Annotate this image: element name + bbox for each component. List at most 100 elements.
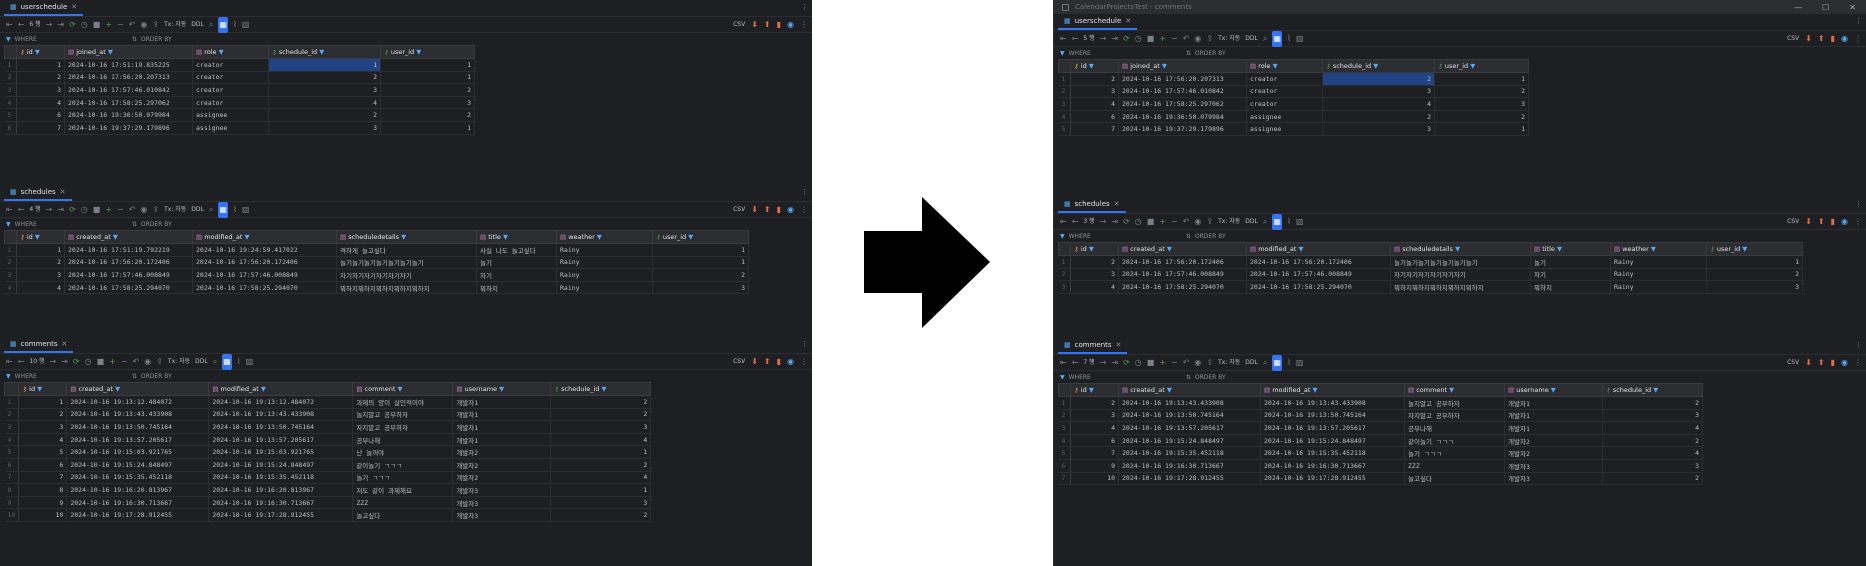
- upload-icon[interactable]: ⬆: [1818, 214, 1825, 230]
- stop-icon[interactable]: ■: [93, 202, 101, 218]
- table-cell[interactable]: 1: [16, 243, 65, 257]
- submit-icon[interactable]: ⇪: [1206, 355, 1213, 371]
- table-row[interactable]: 6 6 2024-10-16 19:15:24.848497 2024-10-16 1…: [4, 458, 652, 472]
- tab-comments[interactable]: ▦ comments ✕: [1058, 338, 1128, 354]
- table-cell[interactable]: 자기자기자기자기자기자기: [336, 268, 477, 282]
- filter-icon[interactable]: ▼: [1649, 245, 1656, 253]
- column-header[interactable]: ▤ created_at ▼: [1118, 242, 1247, 256]
- next-page-icon[interactable]: →: [46, 17, 53, 33]
- table-cell[interactable]: 2: [1322, 72, 1435, 86]
- table-cell[interactable]: 3: [1070, 409, 1119, 423]
- table-cell[interactable]: 2024-10-16 19:37:29.179896: [1118, 122, 1247, 136]
- filter-icon[interactable]: ▼: [33, 233, 40, 241]
- filter-icon[interactable]: ▼: [1651, 386, 1658, 394]
- table-cell[interactable]: 2024-10-16 19:13:50.745164: [66, 420, 210, 434]
- table-cell[interactable]: Rainy: [556, 243, 653, 257]
- table-cell[interactable]: 2: [380, 108, 475, 122]
- settings-icon[interactable]: ⋮: [800, 202, 808, 218]
- table-row[interactable]: 4 4 2024-10-16 17:58:25.297062 creator 4 3: [4, 96, 475, 110]
- table-cell[interactable]: 3: [16, 83, 65, 97]
- filter-icon[interactable]: ▼: [217, 48, 224, 56]
- close-icon[interactable]: ✕: [1114, 200, 1120, 208]
- compare-icon[interactable]: ▮: [777, 17, 781, 33]
- settings-icon[interactable]: ⋮: [800, 17, 808, 33]
- compare-icon[interactable]: ▮: [1831, 214, 1835, 230]
- eye-icon[interactable]: ◉: [1841, 214, 1848, 230]
- table-cell[interactable]: 2024-10-16 17:56:20.172406: [64, 256, 193, 270]
- table-row[interactable]: 3 3 2024-10-16 17:57:46.008849 2024-10-16 1…: [4, 268, 749, 282]
- column-header[interactable]: ▤ modified_at ▼: [192, 230, 337, 244]
- table-row[interactable]: 2 2 2024-10-16 19:13:43.433908 2024-10-16 1…: [4, 408, 652, 422]
- first-page-icon[interactable]: ⇤: [6, 354, 13, 370]
- submit-icon[interactable]: ⇪: [1206, 214, 1213, 230]
- table-cell[interactable]: 4: [1070, 280, 1119, 294]
- rows-select[interactable]: 3 행: [1083, 214, 1094, 230]
- last-page-icon[interactable]: ⇥: [1111, 355, 1118, 371]
- table-cell[interactable]: 4: [550, 471, 652, 485]
- table-cell[interactable]: 3: [1322, 85, 1435, 99]
- eye-icon[interactable]: ◉: [1841, 355, 1848, 371]
- table-cell[interactable]: 3: [550, 420, 652, 434]
- table-cell[interactable]: Rainy: [1610, 280, 1707, 294]
- table-row[interactable]: 5 7 2024-10-16 19:37:29.179896 assignee 3 1: [1058, 122, 1529, 136]
- filter-icon[interactable]: ▼: [1087, 386, 1094, 394]
- table-row[interactable]: 8 8 2024-10-16 19:16:20.813967 2024-10-16 1…: [4, 483, 652, 497]
- table-cell[interactable]: 2024-10-16 17:57:46.008849: [1118, 268, 1247, 282]
- table-cell[interactable]: 2024-10-16 17:56:20.172406: [192, 256, 337, 270]
- filter-icon[interactable]: ▼: [33, 48, 40, 56]
- table-cell[interactable]: 같이놀기 ㄱㄱㄱ: [352, 458, 454, 472]
- table-row[interactable]: 6 7 2024-10-16 19:37:29.179896 assignee 3 1: [4, 121, 475, 135]
- table-cell[interactable]: 4: [18, 433, 68, 447]
- table-cell[interactable]: 2024-10-16 19:15:24.848497: [1118, 434, 1261, 448]
- table-cell[interactable]: 2024-10-16 19:37:29.179896: [64, 121, 193, 135]
- eye-icon[interactable]: ◉: [787, 354, 794, 370]
- table-row[interactable]: 1 1 2024-10-16 17:51:19.835225 creator 1 1: [4, 58, 475, 72]
- download-icon[interactable]: ⬇: [1805, 355, 1812, 371]
- table-cell[interactable]: 2024-10-16 19:16:30.713667: [66, 496, 210, 510]
- table-cell[interactable]: creator: [1246, 72, 1323, 86]
- tx-select[interactable]: Tx: 자동: [1218, 31, 1240, 47]
- filter-icon[interactable]: ▼: [1087, 245, 1094, 253]
- table-row[interactable]: 7 7 2024-10-16 19:15:35.452118 2024-10-16 1…: [4, 471, 652, 485]
- table-cell[interactable]: 사실 나도 놀고싶다: [476, 243, 557, 257]
- where-input[interactable]: WHERE: [1069, 233, 1091, 240]
- refresh-icon[interactable]: ⟳: [73, 354, 80, 370]
- table-cell[interactable]: 2: [550, 395, 652, 409]
- table-cell[interactable]: 6: [18, 458, 68, 472]
- history-icon[interactable]: ◷: [81, 202, 88, 218]
- table-row[interactable]: 3 4 2024-10-16 19:13:57.205617 2024-10-16 1…: [1058, 421, 1703, 435]
- table-cell[interactable]: 5: [18, 445, 68, 459]
- table-cell[interactable]: Rainy: [556, 268, 653, 282]
- table-cell[interactable]: 2: [550, 508, 652, 522]
- table-cell[interactable]: 1: [652, 256, 749, 270]
- table-cell[interactable]: 1: [380, 121, 475, 135]
- column-header[interactable]: ▤ role ▼: [192, 45, 269, 59]
- image-icon[interactable]: ▨: [1296, 214, 1304, 230]
- grid-view-icon[interactable]: ▦: [222, 353, 232, 370]
- table-cell[interactable]: 놀고싶다: [352, 508, 454, 522]
- where-input[interactable]: WHERE: [15, 221, 37, 228]
- table-row[interactable]: 4 4 2024-10-16 19:13:57.205617 2024-10-16 1…: [4, 433, 652, 447]
- table-cell[interactable]: 같이놀기 ㄱㄱㄱ: [1404, 434, 1505, 448]
- prev-page-icon[interactable]: ←: [1072, 214, 1079, 230]
- revert-icon[interactable]: ↶: [1183, 355, 1190, 371]
- where-input[interactable]: WHERE: [15, 36, 37, 43]
- table-cell[interactable]: 2024-10-16 19:13:50.745164: [1118, 409, 1261, 423]
- table-cell[interactable]: 3: [1602, 409, 1703, 423]
- table-cell[interactable]: 3: [652, 281, 749, 295]
- table-cell[interactable]: 2024-10-16 19:17:28.912455: [66, 508, 210, 522]
- where-input[interactable]: WHERE: [15, 373, 37, 380]
- table-cell[interactable]: 개발자1: [1504, 421, 1603, 435]
- table-cell[interactable]: 2: [380, 83, 475, 97]
- table-cell[interactable]: 개발자3: [1504, 472, 1603, 486]
- table-cell[interactable]: 4: [1322, 97, 1435, 111]
- more-icon[interactable]: ⋮: [1855, 17, 1862, 25]
- stop-icon[interactable]: ■: [1147, 355, 1155, 371]
- table-cell[interactable]: Rainy: [556, 256, 653, 270]
- table-cell[interactable]: 2: [652, 268, 749, 282]
- table-cell[interactable]: 공부나해: [352, 433, 454, 447]
- table-cell[interactable]: 1: [550, 483, 652, 497]
- table-cell[interactable]: 3: [16, 268, 65, 282]
- rows-select[interactable]: 7 행: [1083, 355, 1094, 371]
- eye-icon[interactable]: ◉: [787, 202, 794, 218]
